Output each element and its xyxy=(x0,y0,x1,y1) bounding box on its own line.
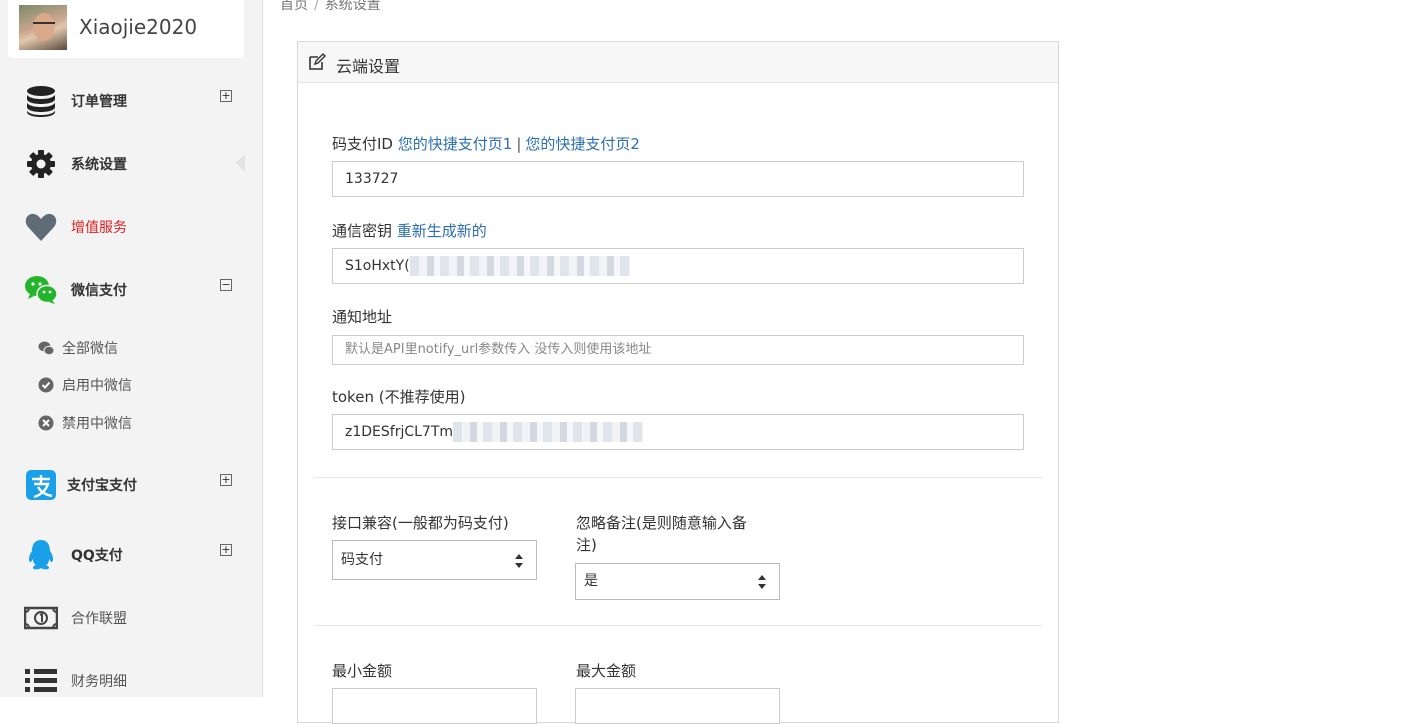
sidebar-item-label: 财务明细 xyxy=(71,674,127,690)
sidebar-item-label: 支付宝支付 xyxy=(67,478,137,494)
ignore-label-line1: 忽略备注(是则随意输入备 xyxy=(576,514,747,532)
user-profile[interactable]: Xiaojie2020 xyxy=(8,0,244,58)
check-circle-icon xyxy=(38,377,54,393)
sidebar-item-qq-pay[interactable]: QQ支付 + xyxy=(0,530,262,580)
sidebar-subitem-label: 禁用中微信 xyxy=(62,416,132,432)
sidebar-item-alliance[interactable]: 合作联盟 xyxy=(0,593,262,643)
key-value: S1oHxtY( xyxy=(345,258,410,274)
gear-icon xyxy=(27,150,55,178)
quick-pay-link-1[interactable]: 您的快捷支付页1 xyxy=(398,135,513,153)
min-amount-label: 最小金额 xyxy=(332,662,393,680)
alipay-icon xyxy=(26,470,56,500)
sidebar-item-orders[interactable]: 订单管理 + xyxy=(0,76,262,126)
sidebar-item-wechat-pay[interactable]: 微信支付 − xyxy=(0,265,262,315)
sidebar-item-label: 微信支付 xyxy=(71,283,127,299)
sidebar-subitem-all-wechat[interactable]: 全部微信 xyxy=(38,338,118,358)
x-circle-icon xyxy=(38,415,54,431)
sidebar-subitem-label: 启用中微信 xyxy=(62,378,132,394)
collapse-icon[interactable]: − xyxy=(220,279,232,291)
key-input[interactable]: S1oHxtY( xyxy=(332,248,1024,284)
ignore-label-line2: 注) xyxy=(576,536,597,554)
ignore-selected: 是 xyxy=(584,573,598,589)
divider xyxy=(314,625,1042,626)
sidebar-item-label: 系统设置 xyxy=(71,157,127,173)
money-icon xyxy=(24,606,58,630)
sidebar-subitem-label: 全部微信 xyxy=(62,341,118,357)
sidebar-item-label: QQ支付 xyxy=(71,548,123,564)
quick-pay-link-2[interactable]: 您的快捷支付页2 xyxy=(525,135,640,153)
redacted-area xyxy=(409,256,630,276)
token-value: z1DESfrjCL7Tm xyxy=(345,424,454,440)
wechat-icon xyxy=(25,276,58,304)
ignore-remark-label: 忽略备注(是则随意输入备 注) xyxy=(576,512,747,556)
qq-icon xyxy=(28,540,54,570)
sidebar-item-value-added[interactable]: 增值服务 xyxy=(0,202,262,252)
sidebar-item-label: 增值服务 xyxy=(71,220,127,236)
breadcrumb: 首页 / 系统设置 xyxy=(280,0,381,14)
expand-icon[interactable]: + xyxy=(220,90,232,102)
token-input[interactable]: z1DESfrjCL7Tm xyxy=(332,414,1024,450)
sidebar-subitem-disabled-wechat[interactable]: 禁用中微信 xyxy=(38,413,132,433)
notify-placeholder: 默认是API里notify_url参数传入 没传入则使用该地址 xyxy=(345,342,652,357)
min-amount-input[interactable] xyxy=(332,688,537,724)
wechat-small-icon xyxy=(38,341,54,356)
sidebar-item-label: 订单管理 xyxy=(71,94,127,110)
max-amount-label: 最大金额 xyxy=(576,662,637,680)
breadcrumb-current: 系统设置 xyxy=(324,0,381,13)
panel-header: 云端设置 xyxy=(298,42,1058,83)
avatar[interactable] xyxy=(19,5,67,50)
divider xyxy=(314,477,1042,478)
username: Xiaojie2020 xyxy=(79,15,198,39)
notify-label: 通知地址 xyxy=(332,308,393,326)
max-amount-input[interactable] xyxy=(575,688,780,724)
heart-icon xyxy=(25,213,57,241)
cloud-settings-panel: 云端设置 码支付ID 您的快捷支付页1 | 您的快捷支付页2 133727 通信密钥… xyxy=(297,41,1059,724)
compat-label: 接口兼容(一般都为码支付) xyxy=(332,514,509,532)
compat-select[interactable]: 码支付 xyxy=(332,540,537,580)
expand-icon[interactable]: + xyxy=(220,474,232,486)
sidebar-item-finance[interactable]: 财务明细 xyxy=(0,656,262,706)
panel-title: 云端设置 xyxy=(336,57,401,76)
pay-id-label: 码支付ID xyxy=(332,135,393,153)
link-separator: | xyxy=(516,135,522,153)
database-icon xyxy=(27,86,55,117)
sidebar-item-label: 合作联盟 xyxy=(71,611,127,627)
list-icon xyxy=(25,669,57,692)
breadcrumb-home[interactable]: 首页 xyxy=(280,0,308,13)
sidebar-item-alipay[interactable]: 支付宝支付 + xyxy=(0,460,262,510)
token-label: token (不推荐使用) xyxy=(332,388,466,406)
expand-icon[interactable]: + xyxy=(220,544,232,556)
notify-url-input[interactable]: 默认是API里notify_url参数传入 没传入则使用该地址 xyxy=(332,335,1024,365)
regenerate-key-link[interactable]: 重新生成新的 xyxy=(397,222,487,240)
active-indicator xyxy=(236,154,245,172)
edit-icon xyxy=(309,53,326,70)
key-label: 通信密钥 xyxy=(332,222,393,240)
redacted-area xyxy=(453,422,644,442)
pay-id-value: 133727 xyxy=(345,171,399,187)
ignore-remark-select[interactable]: 是 xyxy=(575,563,780,600)
key-label-row: 通信密钥 重新生成新的 xyxy=(332,220,487,241)
sidebar-item-settings[interactable]: 系统设置 xyxy=(0,139,262,189)
select-arrows-icon xyxy=(515,554,523,568)
pay-id-label-row: 码支付ID 您的快捷支付页1 | 您的快捷支付页2 xyxy=(332,133,640,154)
pay-id-input[interactable]: 133727 xyxy=(332,161,1024,197)
sidebar: Xiaojie2020 订单管理 + 系统设置 增值服务 微信支付 − 全部微信… xyxy=(0,0,263,697)
select-arrows-icon xyxy=(758,575,766,589)
compat-selected: 码支付 xyxy=(341,552,383,568)
sidebar-subitem-enabled-wechat[interactable]: 启用中微信 xyxy=(38,375,132,395)
